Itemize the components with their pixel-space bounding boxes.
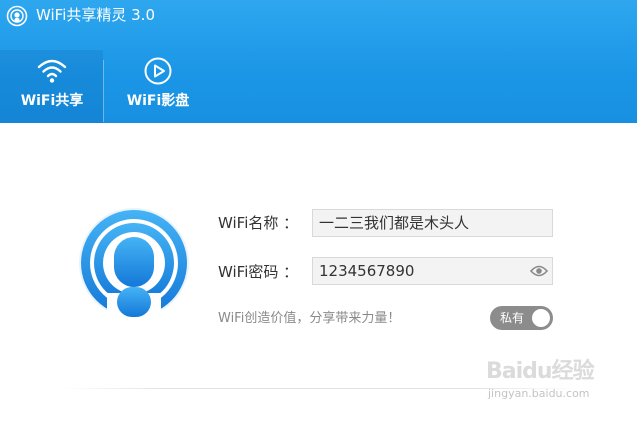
header-bar: WiFi共享精灵 3.0 WiFi共享 WiFi影盘 xyxy=(0,0,637,123)
tab-wifi-share[interactable]: WiFi共享 xyxy=(0,50,104,122)
main-panel: WiFi名称 ： 一二三我们都是木头人 WiFi密码 ： 1234567890 … xyxy=(0,123,637,423)
tab-wifi-share-label: WiFi共享 xyxy=(20,93,84,109)
watermark-text: Baidu经验 xyxy=(486,359,595,384)
app-logo-icon xyxy=(6,5,28,27)
slogan-text: WiFi创造价值，分享带来力量！ xyxy=(218,311,401,326)
watermark-subtext: jingyan.baidu.com xyxy=(488,387,590,400)
privacy-toggle-label: 私有 xyxy=(500,311,525,325)
wifi-person-logo-icon xyxy=(79,208,189,323)
wifi-name-field[interactable]: 一二三我们都是木头人 xyxy=(312,209,553,237)
tab-wifi-disk-label: WiFi影盘 xyxy=(126,93,190,109)
privacy-toggle[interactable]: 私有 xyxy=(490,306,553,330)
wifi-name-label: WiFi名称 ： xyxy=(218,214,299,232)
tab-divider xyxy=(103,60,104,122)
toggle-knob xyxy=(532,309,550,327)
tab-wifi-disk[interactable]: WiFi影盘 xyxy=(106,50,210,122)
title-bar: WiFi共享精灵 3.0 xyxy=(0,0,637,32)
wifi-password-field[interactable]: 1234567890 xyxy=(312,257,553,285)
app-title: WiFi共享精灵 3.0 xyxy=(36,6,155,24)
eye-icon[interactable] xyxy=(530,264,548,278)
play-circle-icon xyxy=(144,57,172,85)
wifi-icon xyxy=(37,59,67,83)
wifi-password-value: 1234567890 xyxy=(319,262,415,280)
wifi-password-label: WiFi密码 ： xyxy=(218,263,299,281)
wifi-name-value: 一二三我们都是木头人 xyxy=(319,214,470,232)
watermark: Baidu经验 jingyan.baidu.com xyxy=(486,351,634,407)
